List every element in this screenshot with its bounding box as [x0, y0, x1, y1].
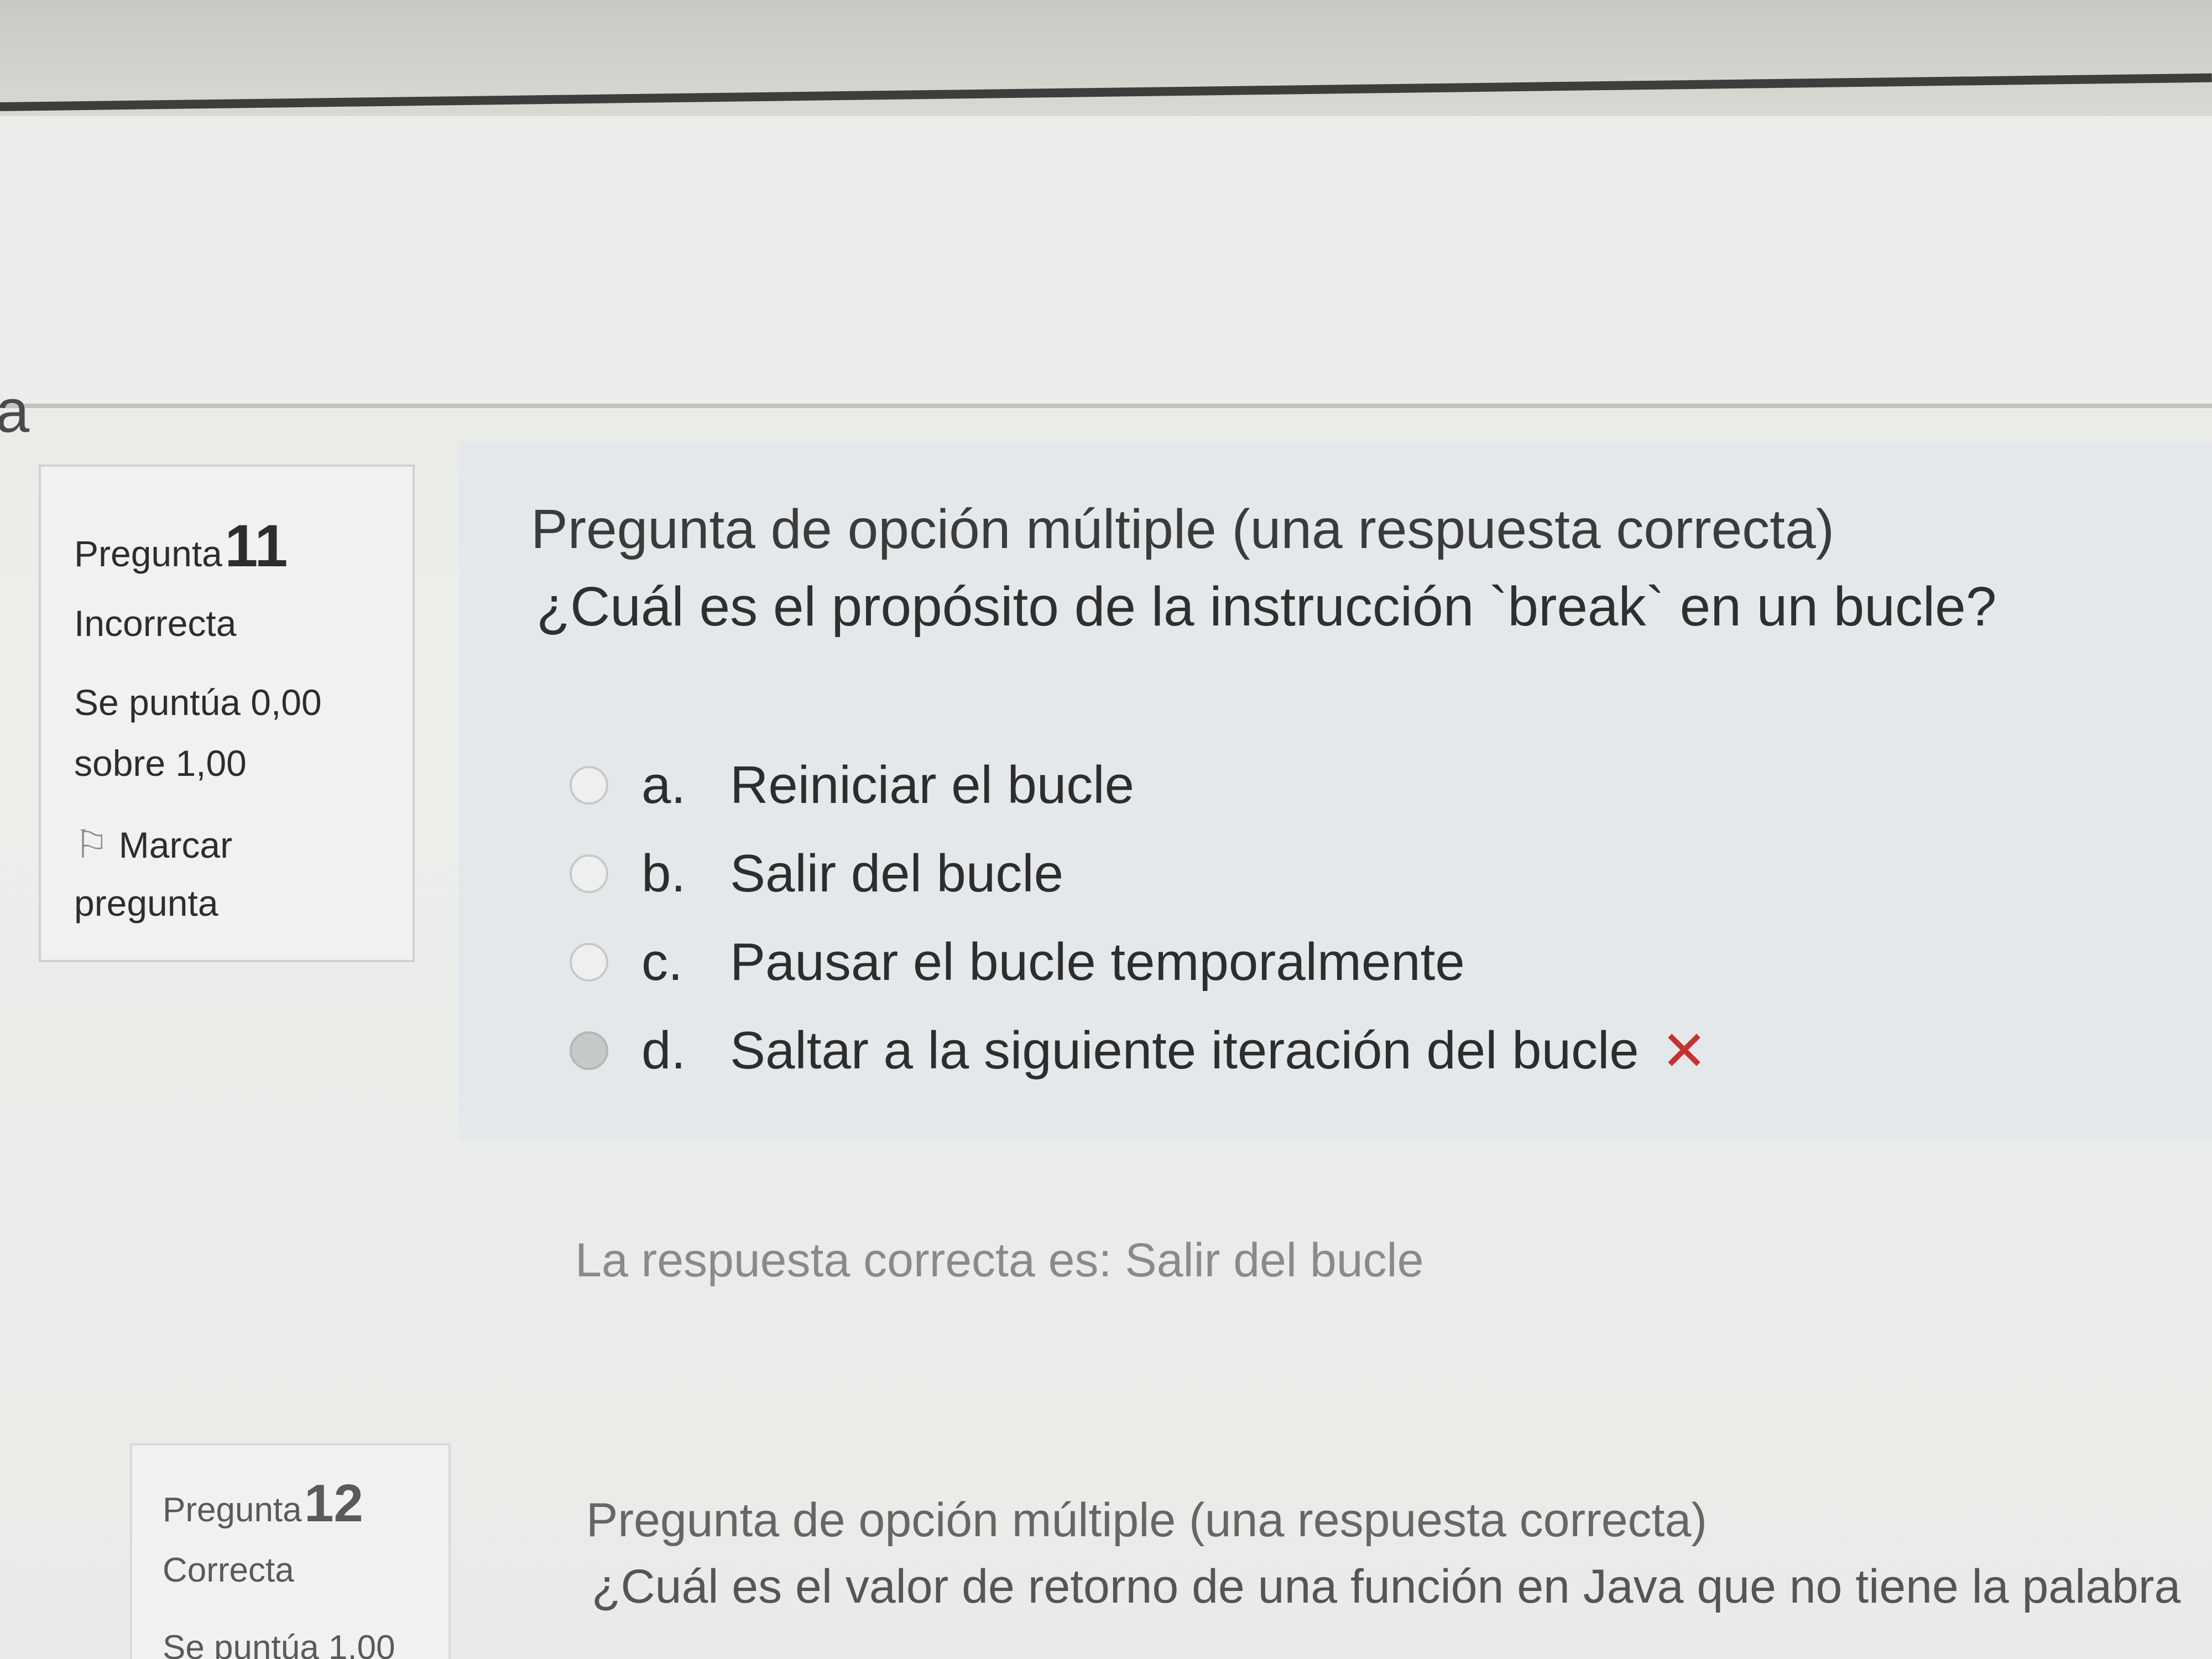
- question-info-box: Pregunta 11 Incorrecta Se puntúa 0,00 so…: [39, 465, 415, 962]
- flag-label-2: pregunta: [74, 883, 218, 924]
- question-state: Incorrecta: [74, 603, 237, 644]
- question-content: Pregunta de opción múltiple (una respues…: [459, 442, 2212, 1139]
- answer-option-a[interactable]: a. Reiniciar el bucle: [570, 741, 1707, 830]
- correct-answer-feedback: La respuesta correcta es: Salir del bucl…: [575, 1234, 1424, 1287]
- question-type: Pregunta de opción múltiple (una respues…: [586, 1494, 1707, 1547]
- question-grade: Se puntúa 0,00 sobre 1,00: [74, 672, 413, 794]
- radio-button[interactable]: [570, 943, 608, 982]
- option-letter: a.: [641, 755, 686, 815]
- question-label: Pregunta: [163, 1491, 302, 1529]
- question-type: Pregunta de opción múltiple (una respues…: [531, 498, 1834, 560]
- option-letter: b.: [641, 844, 686, 903]
- question-text: ¿Cuál es el propósito de la instrucción …: [536, 576, 1997, 638]
- answer-option-d[interactable]: d. Saltar a la siguiente iteración del b…: [570, 1006, 1707, 1095]
- question-state: Correcta: [163, 1551, 294, 1589]
- option-letter: c.: [641, 932, 683, 992]
- question-text: ¿Cuál es el valor de retorno de una func…: [592, 1560, 2181, 1613]
- option-text: Pausar el bucle temporalmente: [730, 932, 1465, 992]
- option-text: Reiniciar el bucle: [730, 755, 1135, 815]
- flag-question-link[interactable]: ⚐ Marcar pregunta: [74, 816, 413, 932]
- quiz-review-page: a Pregunta 11 Incorrecta Se puntúa 0,00 …: [0, 0, 2212, 1659]
- radio-button-selected[interactable]: [570, 1031, 608, 1070]
- question-number: 11: [225, 512, 288, 579]
- answer-option-b[interactable]: b. Salir del bucle: [570, 830, 1707, 918]
- question-number: 12: [304, 1474, 363, 1533]
- grade-line-1: Se puntúa 0,00: [74, 682, 322, 723]
- answer-option-c[interactable]: c. Pausar el bucle temporalmente: [570, 918, 1707, 1006]
- radio-button[interactable]: [570, 854, 608, 893]
- option-text: Salir del bucle: [730, 844, 1063, 903]
- grade-line-2: sobre 1,00: [74, 743, 247, 784]
- incorrect-icon: ✕: [1661, 1020, 1708, 1082]
- question-info-box: Pregunta 12 Correcta Se puntúa 1,00: [130, 1443, 451, 1659]
- question-content: Pregunta de opción múltiple (una respues…: [498, 1416, 2212, 1659]
- answer-options: a. Reiniciar el bucle b. Salir del bucle…: [570, 741, 1707, 1095]
- flag-icon: ⚐: [74, 823, 109, 866]
- question-grade: Se puntúa 1,00: [163, 1629, 395, 1659]
- header-partial-text: a: [0, 377, 30, 445]
- flag-label-1: Marcar: [118, 825, 233, 865]
- question-number-line: Pregunta 12: [163, 1473, 448, 1534]
- question-number-line: Pregunta 11: [74, 511, 413, 580]
- page-header: a: [0, 116, 2212, 445]
- option-text: Saltar a la siguiente iteración del bucl…: [730, 1021, 1639, 1080]
- question-label: Pregunta: [74, 533, 222, 574]
- radio-button[interactable]: [570, 766, 608, 805]
- option-letter: d.: [641, 1021, 686, 1080]
